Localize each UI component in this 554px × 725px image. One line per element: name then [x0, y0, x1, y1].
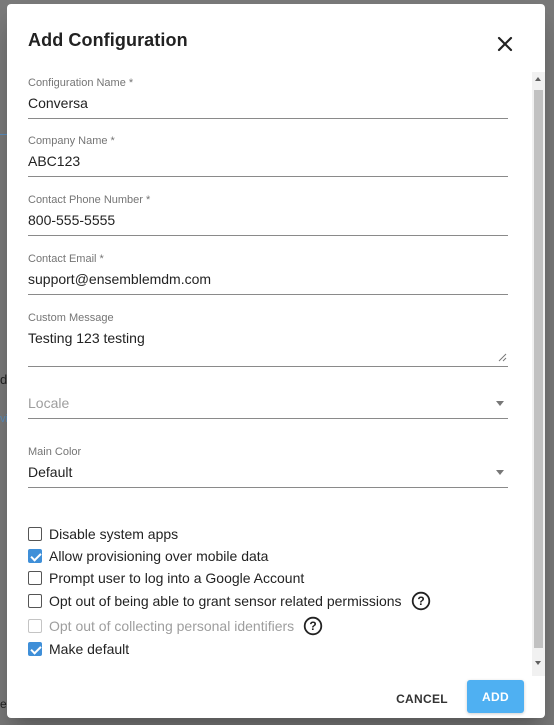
- main-color-select-value[interactable]: Default: [28, 463, 508, 481]
- svg-text:?: ?: [417, 594, 424, 608]
- checkbox-box[interactable]: [28, 594, 42, 608]
- add-button[interactable]: ADD: [467, 680, 524, 713]
- help-icon[interactable]: ?: [303, 616, 323, 636]
- svg-text:?: ?: [309, 619, 316, 633]
- contact-email-field[interactable]: Contact Email * support@ensemblemdm.com: [28, 252, 508, 295]
- contact-email-input[interactable]: support@ensemblemdm.com: [28, 270, 508, 288]
- configuration-name-field[interactable]: Configuration Name * Conversa: [28, 76, 508, 119]
- locale-select[interactable]: Locale: [28, 390, 508, 419]
- company-name-label: Company Name *: [28, 135, 115, 147]
- field-underline: [28, 487, 508, 488]
- chevron-down-icon: [496, 401, 504, 406]
- checkbox-label: Opt out of being able to grant sensor re…: [49, 593, 402, 609]
- dialog-actions: CANCEL ADD: [7, 676, 545, 718]
- locale-select-value[interactable]: Locale: [28, 394, 508, 412]
- main-color-select[interactable]: Main Color Default: [28, 445, 508, 488]
- field-underline: [28, 176, 508, 177]
- resize-grip-icon[interactable]: [498, 353, 507, 362]
- checkbox-box-checked[interactable]: [28, 642, 42, 656]
- main-color-value: Default: [28, 464, 73, 480]
- field-underline: [28, 418, 508, 419]
- checkbox-label: Make default: [49, 641, 130, 657]
- custom-message-text: Testing 123 testing: [28, 330, 145, 346]
- field-underline: [28, 366, 508, 367]
- dialog-title: Add Configuration: [28, 30, 188, 50]
- background-divider: [0, 134, 7, 135]
- checkbox-make-default[interactable]: Make default: [28, 639, 129, 659]
- contact-phone-label: Contact Phone Number *: [28, 194, 151, 206]
- help-icon[interactable]: ?: [411, 591, 431, 611]
- checkbox-opt-out-sensor-permissions[interactable]: Opt out of being able to grant sensor re…: [28, 591, 431, 611]
- close-icon: [497, 36, 513, 52]
- custom-message-textarea[interactable]: Testing 123 testing: [28, 329, 508, 362]
- configuration-name-input[interactable]: Conversa: [28, 94, 508, 112]
- checkbox-box[interactable]: [28, 571, 42, 585]
- scroll-down-arrow-icon[interactable]: [535, 661, 541, 665]
- scrollbar-thumb[interactable]: [534, 90, 543, 648]
- checkbox-box-checked[interactable]: [28, 549, 42, 563]
- chevron-down-icon: [496, 470, 504, 475]
- close-button[interactable]: [494, 33, 516, 55]
- checkbox-label: Disable system apps: [49, 526, 179, 542]
- checkbox-label: Allow provisioning over mobile data: [49, 548, 269, 564]
- company-name-input[interactable]: ABC123: [28, 152, 508, 170]
- company-name-field[interactable]: Company Name * ABC123: [28, 134, 508, 177]
- field-underline: [28, 235, 508, 236]
- contact-phone-input[interactable]: 800-555-5555: [28, 211, 508, 229]
- checkbox-label: Prompt user to log into a Google Account: [49, 570, 305, 586]
- custom-message-label: Custom Message: [28, 312, 114, 324]
- contact-phone-field[interactable]: Contact Phone Number * 800-555-5555: [28, 193, 508, 236]
- contact-email-label: Contact Email *: [28, 253, 104, 265]
- scroll-up-arrow-icon[interactable]: [535, 77, 541, 81]
- checkbox-allow-provisioning-mobile-data[interactable]: Allow provisioning over mobile data: [28, 546, 268, 566]
- field-underline: [28, 294, 508, 295]
- checkbox-box[interactable]: [28, 527, 42, 541]
- configuration-name-label: Configuration Name *: [28, 77, 134, 89]
- checkbox-prompt-google-account[interactable]: Prompt user to log into a Google Account: [28, 568, 304, 588]
- background-text: e: [0, 697, 7, 711]
- checkbox-opt-out-personal-identifiers: Opt out of collecting personal identifie…: [28, 616, 323, 636]
- field-underline: [28, 118, 508, 119]
- custom-message-field[interactable]: Custom Message Testing 123 testing: [28, 311, 508, 367]
- main-color-label: Main Color: [28, 446, 82, 458]
- cancel-button[interactable]: CANCEL: [392, 684, 452, 714]
- checkbox-disable-system-apps[interactable]: Disable system apps: [28, 524, 178, 544]
- checkbox-label: Opt out of collecting personal identifie…: [49, 618, 295, 634]
- checkbox-box-disabled: [28, 619, 42, 633]
- locale-placeholder: Locale: [28, 395, 70, 411]
- dialog-content: Configuration Name * Conversa Company Na…: [7, 66, 545, 672]
- add-configuration-dialog: Add Configuration Configuration Name * C…: [7, 4, 545, 718]
